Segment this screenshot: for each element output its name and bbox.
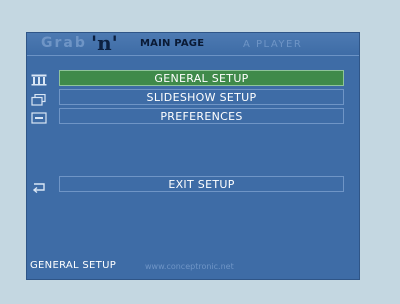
menu-item-slideshow-setup[interactable]: SLIDESHOW SETUP [59, 89, 344, 105]
menu-item-label: SLIDESHOW SETUP [146, 90, 257, 104]
preferences-icon [31, 109, 47, 124]
return-arrow-icon [31, 178, 47, 194]
slideshow-icon [31, 91, 47, 106]
header-bar: Grab 'n' MAIN PAGE A PLAYER [27, 33, 359, 56]
current-section-label: GENERAL SETUP [30, 260, 117, 271]
menu-item-label: PREFERENCES [160, 109, 243, 123]
exit-setup-label: EXIT SETUP [168, 177, 235, 191]
product-watermark: A PLAYER [243, 39, 303, 50]
exit-setup-button[interactable]: EXIT SETUP [59, 176, 344, 192]
website-watermark: www.conceptronic.net [145, 262, 234, 271]
brand-watermark: Grab [41, 35, 87, 51]
grid-icon [31, 71, 47, 86]
page-title: MAIN PAGE [140, 38, 205, 49]
menu-item-general-setup[interactable]: GENERAL SETUP [59, 70, 344, 86]
menu-item-preferences[interactable]: PREFERENCES [59, 108, 344, 124]
menu-item-label: GENERAL SETUP [154, 71, 249, 85]
brand-logo-letter: 'n' [91, 32, 118, 55]
setup-screen: Grab 'n' MAIN PAGE A PLAYER GENERAL SETU… [26, 32, 360, 280]
